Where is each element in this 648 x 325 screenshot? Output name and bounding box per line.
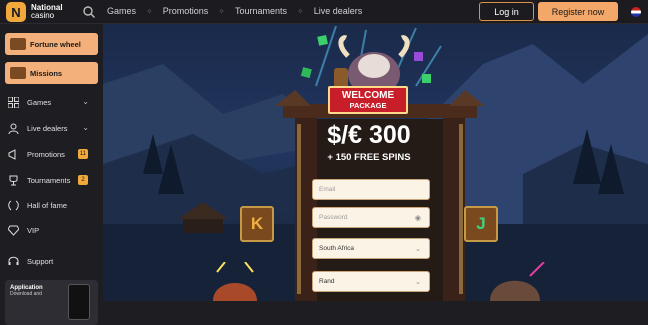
logo-text: National casino — [31, 4, 63, 20]
banner-line2: PACKAGE — [349, 101, 387, 110]
megaphone-icon — [8, 148, 16, 160]
logo[interactable]: N National casino — [6, 2, 63, 22]
chevron-down-icon: ⌄ — [415, 279, 421, 286]
promotions-count-badge: 11 — [77, 149, 88, 159]
sidebar-item-hall-of-fame[interactable]: Hall of fame — [8, 198, 94, 212]
sidebar-item-label: VIP — [27, 225, 40, 235]
chevron-down-icon: ⌄ — [82, 123, 89, 132]
phone-icon — [68, 284, 90, 320]
banner-line1: WELCOME — [341, 90, 395, 101]
grid-icon — [8, 96, 19, 108]
top-bar: N National casino Games ✧ Promotions ✧ T… — [0, 0, 648, 24]
logo-name-line2: casino — [31, 11, 55, 20]
top-nav: Games ✧ Promotions ✧ Tournaments ✧ Live … — [107, 6, 372, 16]
currency-select[interactable]: Rand ⌄ — [312, 271, 430, 292]
sidebar-item-label: Hall of fame — [27, 200, 68, 210]
rune-tile-j: J — [464, 206, 498, 242]
country-select[interactable]: South Africa ⌄ — [312, 238, 430, 259]
fortune-wheel-button[interactable]: Fortune wheel — [5, 33, 98, 55]
chevron-down-icon: ⌄ — [415, 246, 421, 253]
dwarf-character-illustration — [490, 262, 545, 301]
email-field[interactable]: Email — [312, 179, 430, 200]
chest-icon — [10, 67, 26, 79]
sidebar-item-promotions[interactable]: Promotions 11 — [8, 147, 94, 161]
nav-tournaments[interactable]: Tournaments — [235, 6, 287, 16]
nav-separator-icon: ✧ — [146, 6, 153, 16]
tournaments-count-badge: 2 — [78, 175, 88, 185]
bonus-offer: $/€ 300 + 150 FREE SPINS — [306, 121, 432, 163]
sidebar-item-label: Live dealers — [27, 123, 68, 133]
nav-promotions[interactable]: Promotions — [163, 6, 209, 16]
register-button[interactable]: Register now — [538, 2, 618, 21]
nav-live-dealers[interactable]: Live dealers — [314, 6, 363, 16]
eye-icon[interactable]: ◉ — [415, 214, 421, 222]
laurel-icon — [8, 200, 19, 210]
uk-flag-icon[interactable] — [631, 7, 641, 17]
logo-badge: N — [6, 2, 26, 22]
wheel-icon — [10, 38, 26, 50]
fortune-wheel-label: Fortune wheel — [30, 39, 81, 49]
nav-separator-icon: ✧ — [218, 6, 225, 16]
sidebar-item-vip[interactable]: VIP — [8, 223, 94, 237]
sidebar-item-games[interactable]: Games ⌄ — [8, 95, 94, 109]
sidebar-item-label: Games — [27, 97, 52, 107]
missions-button[interactable]: Missions — [5, 62, 98, 84]
app-download-card[interactable]: Application Download and — [5, 280, 98, 325]
user-icon — [8, 123, 19, 134]
headset-icon — [8, 256, 19, 265]
nav-games[interactable]: Games — [107, 6, 136, 16]
sidebar-item-label: Support — [27, 256, 54, 266]
password-field[interactable]: Password ◉ — [312, 207, 430, 228]
sidebar-item-label: Tournaments — [27, 175, 71, 185]
welcome-package-banner: WELCOME PACKAGE — [328, 86, 408, 114]
chevron-down-icon: ⌄ — [82, 97, 89, 106]
rune-tile-k: K — [240, 206, 274, 242]
sidebar-item-support[interactable]: Support — [8, 254, 94, 268]
currency-value: Rand — [319, 278, 335, 285]
country-value: South Africa — [319, 245, 355, 252]
app-subtitle: Download and — [10, 291, 42, 297]
sidebar-item-tournaments[interactable]: Tournaments 2 — [8, 173, 94, 187]
heroine-character-illustration — [213, 262, 257, 301]
sidebar-item-label: Promotions — [27, 149, 65, 159]
login-button[interactable]: Log in — [479, 2, 534, 21]
diamond-icon — [8, 225, 19, 236]
nav-separator-icon: ✧ — [296, 6, 304, 16]
sidebar: Fortune wheel Missions Games ⌄ Live deal… — [0, 24, 103, 325]
free-spins-text: + 150 FREE SPINS — [327, 152, 411, 163]
password-placeholder: Password — [319, 214, 348, 221]
trophy-icon — [9, 175, 18, 185]
missions-label: Missions — [30, 68, 63, 78]
search-icon[interactable] — [82, 5, 96, 19]
bonus-amount: $/€ 300 — [327, 121, 411, 149]
sidebar-item-live-dealers[interactable]: Live dealers ⌄ — [8, 121, 94, 135]
